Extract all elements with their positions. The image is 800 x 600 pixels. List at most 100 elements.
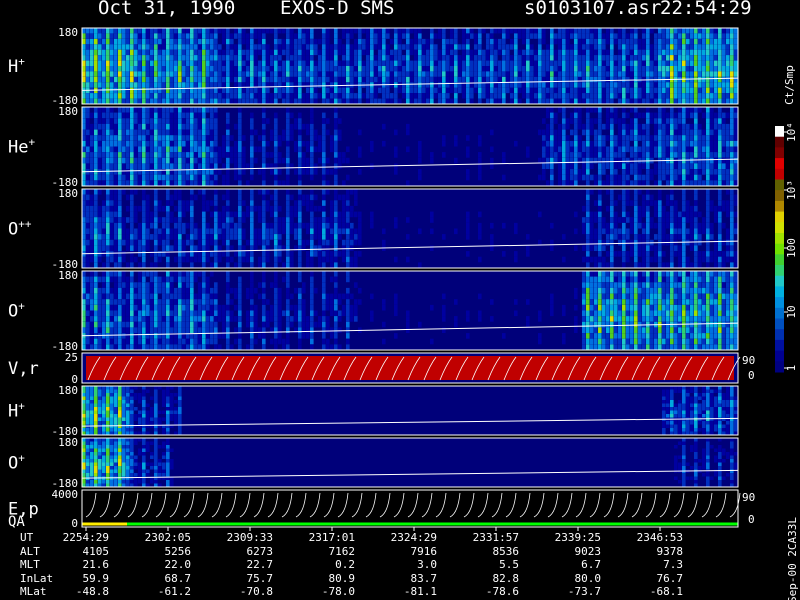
spectrogram-cell xyxy=(86,157,90,164)
spectrogram-cell xyxy=(122,33,126,39)
spectrogram-cell xyxy=(82,28,86,34)
spectrogram-cell xyxy=(490,146,494,153)
spectrogram-cell xyxy=(250,157,254,164)
spectrogram-cell xyxy=(102,282,106,288)
spectrogram-cell xyxy=(86,55,90,61)
spectrogram-cell xyxy=(306,98,310,104)
spectrogram-cell xyxy=(310,93,314,99)
spectrogram-cell xyxy=(666,33,670,39)
spectrogram-cell xyxy=(114,251,118,257)
spectrogram-cell xyxy=(86,287,90,294)
spectrogram-cell xyxy=(278,140,282,147)
spectrogram-cell xyxy=(706,200,710,206)
spectrogram-cell xyxy=(138,276,142,283)
spectrogram-cell xyxy=(154,146,158,153)
spectrogram-cell xyxy=(554,118,558,124)
spectrogram-cell xyxy=(158,38,162,45)
spectrogram-cell xyxy=(370,49,374,56)
spectrogram-cell xyxy=(706,180,710,186)
spectrogram-cell xyxy=(718,163,722,169)
spectrogram-cell xyxy=(706,93,710,99)
panel-2 xyxy=(81,106,739,187)
spectrogram-cell xyxy=(494,28,498,34)
spectrogram-cell xyxy=(562,55,566,61)
spectrogram-cell xyxy=(326,189,330,195)
spectrogram-cell xyxy=(86,338,90,345)
spectrogram-cell xyxy=(130,327,134,333)
spectrogram-cell xyxy=(82,299,86,305)
spectrogram-cell xyxy=(614,76,618,83)
spectrogram-cell xyxy=(690,211,694,218)
spectrogram-cell xyxy=(126,194,130,201)
spectrogram-cell xyxy=(222,174,226,181)
spectrogram-cell xyxy=(286,180,290,186)
spectrogram-cell xyxy=(134,211,138,218)
spectrogram-cell xyxy=(190,234,194,240)
spectrogram-cell xyxy=(314,49,318,56)
spectrogram-cell xyxy=(658,82,662,88)
spectrogram-cell xyxy=(182,118,186,124)
spectrogram-cell xyxy=(150,140,154,147)
spectrogram-cell xyxy=(218,44,222,50)
spectrogram-cell xyxy=(226,33,230,39)
spectrogram-cell xyxy=(626,194,630,201)
spectrogram-cell xyxy=(562,123,566,130)
spectrogram-cell xyxy=(718,157,722,164)
spectrogram-cell xyxy=(378,33,382,39)
spectrogram-cell xyxy=(102,140,106,147)
spectrogram-cell xyxy=(598,33,602,39)
spectrogram-cell xyxy=(622,33,626,39)
spectrogram-cell xyxy=(250,217,254,223)
spectrogram-cell xyxy=(338,82,342,88)
spectrogram-cell xyxy=(706,256,710,263)
spectrogram-cell xyxy=(582,71,586,77)
spectrogram-cell xyxy=(98,49,102,56)
spectrogram-cell xyxy=(302,200,306,206)
spectrogram-cell xyxy=(90,163,94,169)
spectrogram-cell xyxy=(358,38,362,45)
spectrogram-cell xyxy=(558,60,562,66)
spectrogram-cell xyxy=(286,66,290,72)
spectrogram-cell xyxy=(622,129,626,136)
spectrogram-cell xyxy=(394,44,398,50)
spectrogram-cell xyxy=(730,76,734,83)
spectrogram-cell xyxy=(202,107,206,113)
spectrogram-cell xyxy=(334,38,338,45)
spectrogram-cell xyxy=(110,293,114,300)
spectrogram-cell xyxy=(258,211,262,218)
spectrogram-cell xyxy=(630,245,634,251)
spectrogram-cell xyxy=(286,87,290,94)
spectrogram-cell xyxy=(106,146,110,153)
spectrogram-cell xyxy=(702,146,706,153)
spectrogram-cell xyxy=(106,98,110,104)
spectrogram-cell xyxy=(550,123,554,130)
spectrogram-cell xyxy=(666,146,670,153)
spectrogram-cell xyxy=(258,44,262,50)
spectrogram-cell xyxy=(594,38,598,45)
spectrogram-cell xyxy=(106,304,110,311)
spectrogram-cell xyxy=(106,76,110,83)
spectrogram-cell xyxy=(82,234,86,240)
spectrogram-cell xyxy=(82,327,86,333)
spectrogram-cell xyxy=(90,82,94,88)
spectrogram-cell xyxy=(146,344,150,350)
spectrogram-cell xyxy=(154,55,158,61)
spectrogram-cell xyxy=(658,146,662,153)
spectrogram-cell xyxy=(290,66,294,72)
spectrogram-cell xyxy=(598,152,602,158)
spectrogram-cell xyxy=(106,152,110,158)
spectrogram-cell xyxy=(318,262,322,268)
spectrogram-cell xyxy=(502,82,506,88)
spectrogram-cell xyxy=(194,55,198,61)
spectrogram-cell xyxy=(570,87,574,94)
spectrogram-cell xyxy=(654,256,658,263)
spectrogram-cell xyxy=(126,60,130,66)
spectrogram-cell xyxy=(146,49,150,56)
spectrogram-cell xyxy=(90,174,94,181)
spectrogram-cell xyxy=(622,262,626,268)
spectrogram-cell xyxy=(718,146,722,153)
spectrogram-cell xyxy=(310,135,314,141)
spectrogram-cell xyxy=(106,163,110,169)
spectrogram-cell xyxy=(678,169,682,175)
spectrogram-cell xyxy=(162,76,166,83)
